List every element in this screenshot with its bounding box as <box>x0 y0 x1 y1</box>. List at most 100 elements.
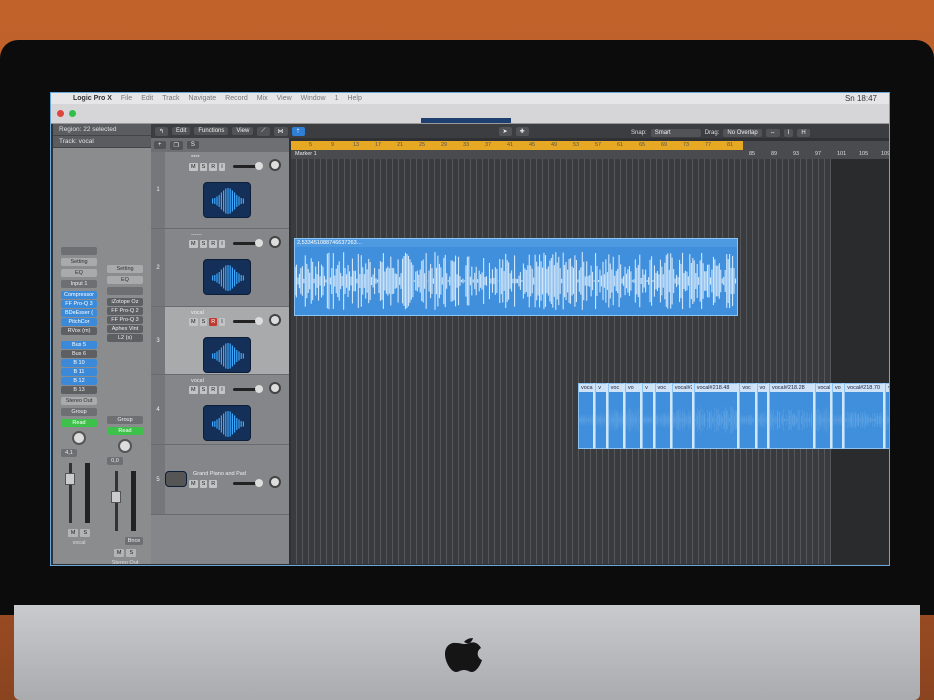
solo-button[interactable]: S <box>199 480 208 488</box>
menu-edit[interactable]: Edit <box>141 95 153 102</box>
menu-track[interactable]: Track <box>162 95 179 102</box>
track-header-3[interactable]: 3 vocal MSRI <box>151 307 289 375</box>
solo-button[interactable]: S <box>199 318 208 326</box>
input-monitor-button[interactable]: I <box>219 240 225 248</box>
volume-fader[interactable] <box>109 471 141 531</box>
edit-menu[interactable]: Edit <box>172 127 191 135</box>
plugin-slot[interactable]: FF Pro-Q 3 <box>107 316 143 324</box>
track-volume-slider[interactable] <box>233 385 263 393</box>
record-enable-button[interactable]: R <box>209 318 218 326</box>
plugin-slot[interactable]: PitchCor <box>61 318 97 326</box>
track-name[interactable]: vocal <box>191 310 204 316</box>
track-pan-knob[interactable] <box>269 159 281 171</box>
audio-region[interactable]: vo <box>885 383 889 449</box>
record-enable-button[interactable]: R <box>209 386 218 394</box>
lcd-display[interactable] <box>421 118 511 123</box>
send-slot[interactable]: Bus 6 <box>61 350 97 358</box>
track-name[interactable]: vocal <box>191 378 204 384</box>
solo-button[interactable]: S <box>199 163 208 171</box>
input-monitor-button[interactable]: I <box>219 163 225 171</box>
plugin-slot[interactable]: RVox (m) <box>61 327 97 335</box>
automation-icon[interactable]: ⟋ <box>257 126 270 136</box>
track-name[interactable]: **** <box>191 155 200 161</box>
input-format-button[interactable] <box>61 247 97 255</box>
mute-button[interactable]: M <box>189 318 198 326</box>
solo-button[interactable]: S <box>80 529 91 537</box>
mute-button[interactable]: M <box>189 386 198 394</box>
drag-select[interactable]: No Overlap <box>723 129 762 137</box>
send-slot[interactable]: B 13 <box>61 386 97 394</box>
menu-navigate[interactable]: Navigate <box>189 95 217 102</box>
audio-region[interactable]: voc <box>739 383 757 449</box>
eq-button[interactable]: EQ <box>61 269 97 277</box>
volume-fader[interactable] <box>63 463 95 523</box>
track-pan-knob[interactable] <box>269 476 281 488</box>
zoom-fit-icon[interactable]: ⇔ <box>765 129 780 137</box>
close-button[interactable] <box>57 110 64 117</box>
pan-knob[interactable] <box>72 431 86 445</box>
audio-region[interactable]: v <box>595 383 608 449</box>
region-inspector-header[interactable]: Region: 22 selected <box>53 124 151 136</box>
link-button[interactable] <box>107 287 143 295</box>
audio-region[interactable]: vocal#218.28 <box>768 383 815 449</box>
setting-button[interactable]: Setting <box>107 265 143 273</box>
record-enable-button[interactable]: R <box>209 163 218 171</box>
input-monitor-button[interactable]: I <box>219 386 225 394</box>
audio-region[interactable]: vo <box>624 383 643 449</box>
bounce-button[interactable]: Bnce <box>125 537 143 545</box>
menu-window[interactable]: Window <box>301 95 326 102</box>
plugin-slot[interactable]: FF Pro-Q 2 <box>107 307 143 315</box>
mute-button[interactable]: M <box>189 163 198 171</box>
track-volume-slider[interactable] <box>233 479 263 487</box>
automation-read-button[interactable]: Read <box>61 419 97 427</box>
catch-icon[interactable]: ⇡ <box>291 126 305 136</box>
track-pan-knob[interactable] <box>269 382 281 394</box>
menu-view[interactable]: View <box>277 95 292 102</box>
menu-mix[interactable]: Mix <box>257 95 268 102</box>
functions-menu[interactable]: Functions <box>194 127 229 135</box>
marker-1[interactable]: Marker 1 <box>295 151 317 157</box>
solo-button[interactable]: S <box>126 549 137 557</box>
duplicate-track-icon[interactable]: ❐ <box>169 140 183 150</box>
menu-file[interactable]: File <box>121 95 132 102</box>
group-button[interactable]: Group <box>107 416 143 424</box>
ruler[interactable]: Marker 1 5 9 13 17 21 25 29 33 37 41 45 49 53 57 61 65 6… <box>291 141 889 159</box>
audio-region[interactable]: voc <box>654 383 672 449</box>
global-tracks-button[interactable]: S <box>186 141 199 149</box>
plugin-slot[interactable]: FF Pro-Q 3 <box>61 300 97 308</box>
track-header-5[interactable]: 5 Grand Piano and Pad MSR <box>151 445 289 515</box>
automation-read-button[interactable]: Read <box>107 427 143 435</box>
track-volume-slider[interactable] <box>233 162 263 170</box>
track-inspector-header[interactable]: Track: vocal <box>53 136 151 148</box>
view-menu[interactable]: View <box>232 127 254 135</box>
secondary-tool[interactable]: ✚ <box>515 126 529 136</box>
record-enable-button[interactable]: R <box>209 240 218 248</box>
plugin-slot[interactable]: Compressor <box>61 291 97 299</box>
track-header-4[interactable]: 4 vocal MSRI <box>151 375 289 445</box>
flex-icon[interactable]: ⋈ <box>273 126 288 136</box>
solo-button[interactable]: S <box>199 386 208 394</box>
track-pan-knob[interactable] <box>269 314 281 326</box>
audio-region[interactable]: voc <box>607 383 625 449</box>
track-name[interactable]: ------ <box>191 232 202 238</box>
audio-region[interactable]: vo <box>831 383 845 449</box>
plugin-slot[interactable]: L2 (s) <box>107 334 143 342</box>
menu-1[interactable]: 1 <box>335 95 339 102</box>
menu-app[interactable]: Logic Pro X <box>73 95 112 102</box>
group-button[interactable]: Group <box>61 408 97 416</box>
audio-region[interactable]: vocal#218.48 <box>693 383 740 449</box>
track-header-1[interactable]: 1 **** MSRI <box>151 152 289 229</box>
pointer-tool[interactable]: ➤ <box>498 126 512 136</box>
track-name[interactable]: Grand Piano and Pad <box>193 471 246 477</box>
audio-region[interactable]: v <box>642 383 655 449</box>
snap-select[interactable]: Smart <box>650 129 701 137</box>
audio-region[interactable]: vocal <box>578 383 596 449</box>
arrange-area[interactable]: 2,533451088746637263… vocal v voc vo v voc voc… <box>291 159 889 564</box>
track-volume-slider[interactable] <box>233 239 263 247</box>
plugin-slot[interactable]: iZotope Oz <box>107 298 143 306</box>
zoom-button[interactable] <box>69 110 76 117</box>
eq-button[interactable]: EQ <box>107 276 143 284</box>
solo-button[interactable]: S <box>199 240 208 248</box>
output-button[interactable]: Stereo Out <box>61 397 97 405</box>
menu-record[interactable]: Record <box>225 95 248 102</box>
